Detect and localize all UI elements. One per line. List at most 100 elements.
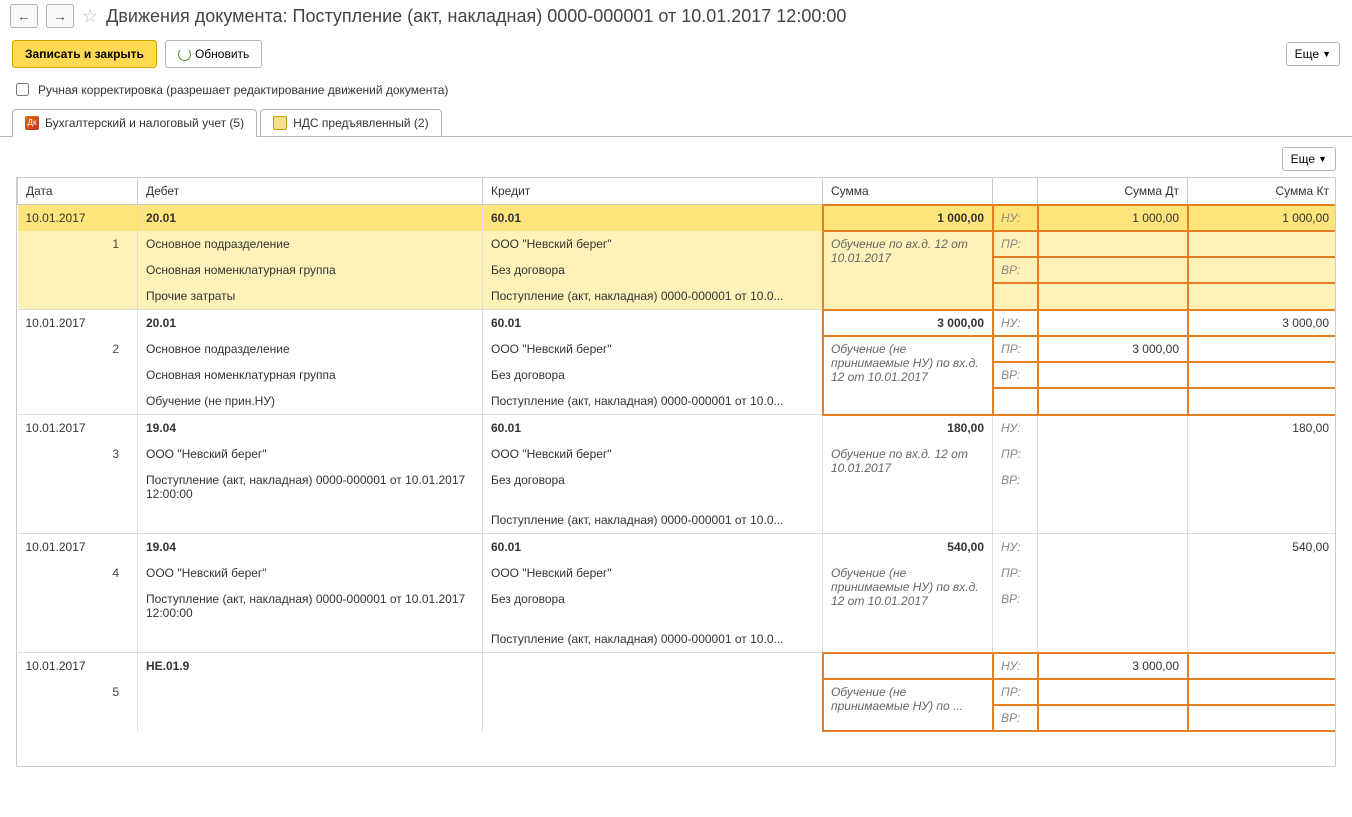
- col-debit[interactable]: Дебет: [138, 178, 483, 205]
- entries-table-wrap[interactable]: Дата Дебет Кредит Сумма Сумма Дт Сумма К…: [16, 177, 1336, 767]
- cell-nu-label: НУ:: [993, 653, 1038, 680]
- cell-idx: [18, 705, 138, 731]
- cell-credit-line: Без договора: [483, 257, 823, 283]
- table-subrow[interactable]: Поступление (акт, накладная) 0000-000001…: [18, 467, 1337, 507]
- table-subrow[interactable]: Основная номенклатурная группа Без догов…: [18, 362, 1337, 388]
- cell-sum-dt: [1038, 415, 1188, 442]
- favorite-star-icon[interactable]: ☆: [82, 6, 98, 27]
- cell-debit-line: Поступление (акт, накладная) 0000-000001…: [138, 586, 483, 626]
- cell-debit-line: ООО "Невский берег": [138, 560, 483, 586]
- back-button[interactable]: ←: [10, 4, 38, 28]
- forward-button[interactable]: →: [46, 4, 74, 28]
- cell-sum: 180,00: [823, 415, 993, 442]
- cell-sum-kt: 1 000,00: [1188, 205, 1337, 232]
- cell-pr-kt: [1188, 586, 1337, 626]
- tab-accounting[interactable]: Дк Бухгалтерский и налоговый учет (5): [12, 109, 257, 137]
- cell-pr-kt: [1188, 336, 1337, 362]
- col-sum[interactable]: Сумма: [823, 178, 993, 205]
- cell-debit-acc: 19.04: [138, 534, 483, 561]
- cell-desc: Обучение по вх.д. 12 от 10.01.2017: [823, 441, 993, 534]
- cell-debit-line: [138, 507, 483, 534]
- refresh-button[interactable]: Обновить: [165, 40, 262, 68]
- cell-debit-line: Поступление (акт, накладная) 0000-000001…: [138, 467, 483, 507]
- cell-side-label: [993, 507, 1038, 534]
- cell-debit-acc: 20.01: [138, 310, 483, 337]
- table-subrow[interactable]: Обучение (не прин.НУ) Поступление (акт, …: [18, 388, 1337, 415]
- table-subrow[interactable]: ВР:: [18, 705, 1337, 731]
- manual-correction-checkbox[interactable]: [16, 83, 29, 96]
- cell-date: 10.01.2017: [18, 310, 138, 337]
- col-sum-dt[interactable]: Сумма Дт: [1038, 178, 1188, 205]
- cell-idx: [18, 257, 138, 283]
- manual-correction-row: Ручная корректировка (разрешает редактир…: [0, 76, 1352, 109]
- cell-credit-acc: [483, 653, 823, 680]
- cell-credit-acc: 60.01: [483, 415, 823, 442]
- tab-nds[interactable]: НДС предъявленный (2): [260, 109, 441, 137]
- cell-pr-kt: [1188, 507, 1337, 534]
- tab-accounting-label: Бухгалтерский и налоговый учет (5): [45, 116, 244, 130]
- table-row[interactable]: 10.01.2017 19.04 60.01 180,00 НУ: 180,00: [18, 415, 1337, 442]
- cell-credit-line: Поступление (акт, накладная) 0000-000001…: [483, 283, 823, 310]
- more-button[interactable]: Еще ▼: [1286, 42, 1340, 66]
- cell-side-label: [993, 388, 1038, 415]
- table-subrow[interactable]: 3 ООО "Невский берег" ООО "Невский берег…: [18, 441, 1337, 467]
- cell-debit-line: Основная номенклатурная группа: [138, 362, 483, 388]
- cell-pr-dt: [1038, 362, 1188, 388]
- cell-credit-acc: 60.01: [483, 534, 823, 561]
- cell-side-label: ПР:: [993, 336, 1038, 362]
- cell-idx: 2: [18, 336, 138, 362]
- cell-side-label: ПР:: [993, 231, 1038, 257]
- col-credit[interactable]: Кредит: [483, 178, 823, 205]
- cell-side-label: [993, 283, 1038, 310]
- cell-debit-line: Основное подразделение: [138, 231, 483, 257]
- table-subrow[interactable]: 5 Обучение (не принимаемые НУ) по ... ПР…: [18, 679, 1337, 705]
- cell-pr-dt: [1038, 467, 1188, 507]
- cell-nu-label: НУ:: [993, 310, 1038, 337]
- cell-pr-kt: [1188, 441, 1337, 467]
- cell-idx: 3: [18, 441, 138, 467]
- cell-side-label: ВР:: [993, 586, 1038, 626]
- cell-pr-dt: [1038, 679, 1188, 705]
- table-row[interactable]: 10.01.2017 19.04 60.01 540,00 НУ: 540,00: [18, 534, 1337, 561]
- cell-idx: 1: [18, 231, 138, 257]
- cell-pr-dt: [1038, 560, 1188, 586]
- table-subrow[interactable]: Поступление (акт, накладная) 0000-000001…: [18, 626, 1337, 653]
- col-sum-kt[interactable]: Сумма Кт: [1188, 178, 1337, 205]
- page-title: Движения документа: Поступление (акт, на…: [106, 6, 846, 27]
- cell-pr-dt: [1038, 231, 1188, 257]
- chevron-down-icon: ▼: [1318, 154, 1327, 164]
- cell-pr-kt: [1188, 679, 1337, 705]
- cell-date: 10.01.2017: [18, 205, 138, 232]
- cell-side-label: [993, 626, 1038, 653]
- cell-idx: [18, 283, 138, 310]
- cell-side-label: ВР:: [993, 257, 1038, 283]
- table-subrow[interactable]: Поступление (акт, накладная) 0000-000001…: [18, 586, 1337, 626]
- cell-pr-kt: [1188, 257, 1337, 283]
- table-subrow[interactable]: Поступление (акт, накладная) 0000-000001…: [18, 507, 1337, 534]
- cell-pr-dt: [1038, 705, 1188, 731]
- chevron-down-icon: ▼: [1322, 49, 1331, 59]
- cell-idx: [18, 626, 138, 653]
- cell-idx: [18, 467, 138, 507]
- cell-date: 10.01.2017: [18, 653, 138, 680]
- table-row[interactable]: 10.01.2017 НЕ.01.9 НУ: 3 000,00: [18, 653, 1337, 680]
- cell-pr-kt: [1188, 231, 1337, 257]
- cell-debit-line: [138, 626, 483, 653]
- table-row[interactable]: 10.01.2017 20.01 60.01 3 000,00 НУ: 3 00…: [18, 310, 1337, 337]
- table-subrow[interactable]: Прочие затраты Поступление (акт, накладн…: [18, 283, 1337, 310]
- cell-pr-kt: [1188, 705, 1337, 731]
- inner-more-button[interactable]: Еще ▼: [1282, 147, 1336, 171]
- refresh-icon: [178, 48, 191, 61]
- cell-pr-dt: [1038, 626, 1188, 653]
- table-subrow[interactable]: 4 ООО "Невский берег" ООО "Невский берег…: [18, 560, 1337, 586]
- cell-desc: Обучение (не принимаемые НУ) по ...: [823, 679, 993, 731]
- cell-side-label: ПР:: [993, 679, 1038, 705]
- manual-correction-label: Ручная корректировка (разрешает редактир…: [38, 83, 448, 97]
- table-row[interactable]: 10.01.2017 20.01 60.01 1 000,00 НУ: 1 00…: [18, 205, 1337, 232]
- table-subrow[interactable]: Основная номенклатурная группа Без догов…: [18, 257, 1337, 283]
- table-subrow[interactable]: 2 Основное подразделение ООО "Невский бе…: [18, 336, 1337, 362]
- col-date[interactable]: Дата: [18, 178, 138, 205]
- cell-credit-line: Без договора: [483, 362, 823, 388]
- table-subrow[interactable]: 1 Основное подразделение ООО "Невский бе…: [18, 231, 1337, 257]
- save-close-button[interactable]: Записать и закрыть: [12, 40, 157, 68]
